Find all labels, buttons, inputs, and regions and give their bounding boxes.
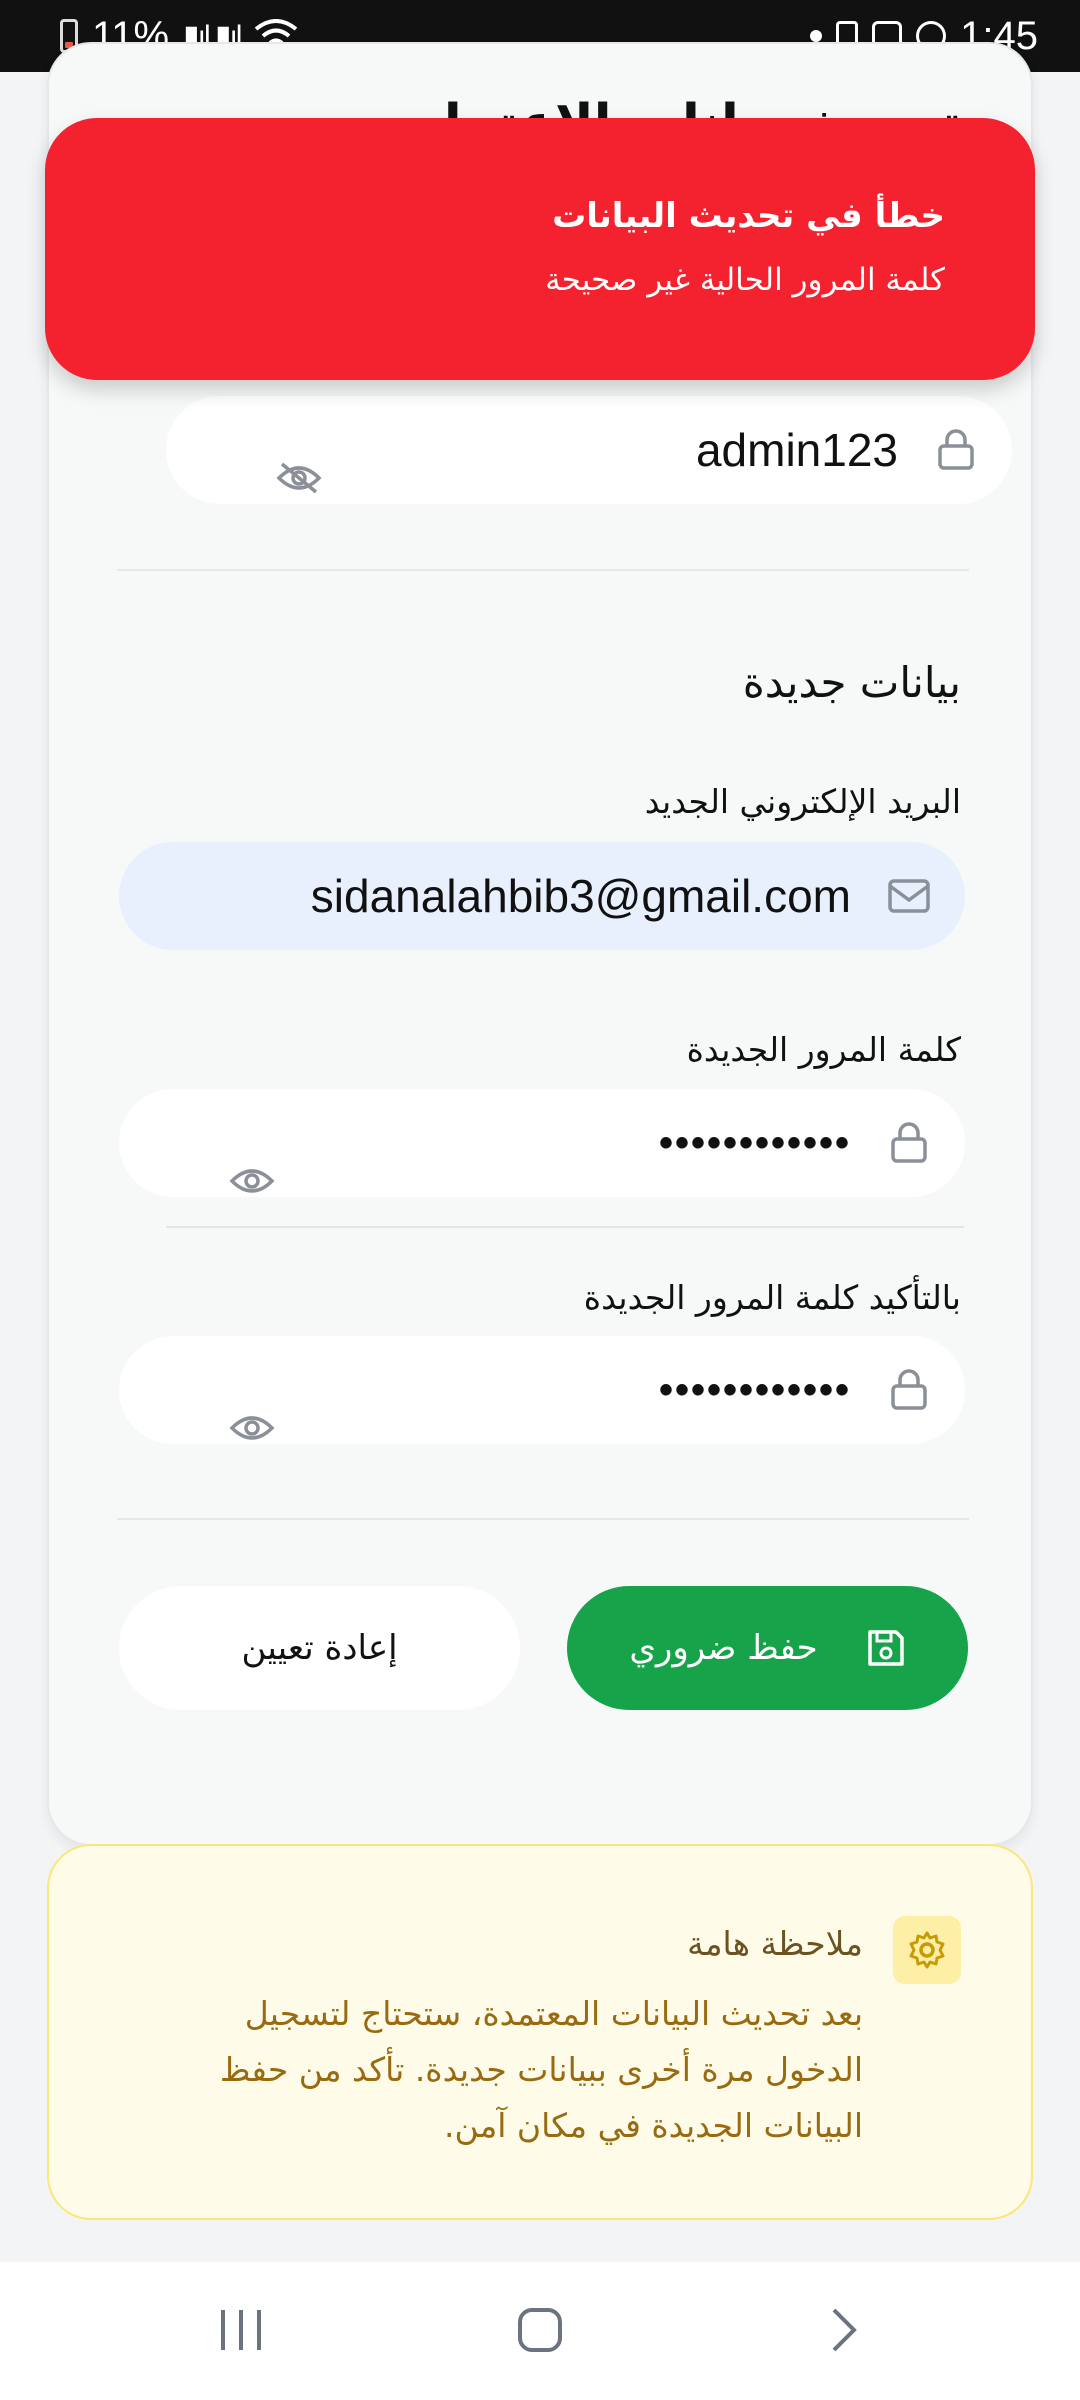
current-password-field[interactable]: admin123	[166, 396, 1012, 504]
eye-icon[interactable]	[229, 1412, 275, 1444]
back-icon[interactable]	[826, 2302, 860, 2358]
new-password-field[interactable]: ••••••••••••	[119, 1089, 965, 1197]
save-button-label: حفظ ضروري	[629, 1628, 818, 1668]
note-title: ملاحظة هامة	[687, 1924, 863, 1963]
page: تحديث بيانات الاعتماد admin123 بيانات جد…	[0, 42, 1080, 2262]
mail-icon	[888, 879, 930, 913]
eye-icon[interactable]	[229, 1165, 275, 1197]
confirm-password-value: ••••••••••••	[658, 1368, 851, 1412]
reset-button-label: إعادة تعيين	[241, 1628, 398, 1668]
lock-icon	[891, 1369, 927, 1410]
home-icon[interactable]	[516, 2302, 564, 2358]
new-password-label: كلمة المرور الجديدة	[686, 1030, 961, 1069]
note-icon-badge	[893, 1916, 961, 1984]
recent-apps-icon[interactable]	[218, 2302, 264, 2358]
error-toast: خطأ في تحديث البيانات كلمة المرور الحالي…	[45, 118, 1035, 380]
gear-icon	[909, 1931, 945, 1969]
confirm-password-label: بالتأكيد كلمة المرور الجديدة	[583, 1278, 961, 1317]
email-field[interactable]: sidanalahbib3@gmail.com	[119, 842, 965, 950]
confirm-password-field[interactable]: ••••••••••••	[119, 1336, 965, 1444]
email-value: sidanalahbib3@gmail.com	[310, 870, 851, 922]
email-label: البريد الإلكتروني الجديد	[644, 782, 961, 821]
lock-icon	[938, 429, 974, 470]
note-body: بعد تحديث البيانات المعتمدة، ستحتاج لتسج…	[219, 1994, 863, 2145]
important-note: ملاحظة هامة بعد تحديث البيانات المعتمدة،…	[47, 1844, 1033, 2220]
divider	[117, 1518, 969, 1520]
new-data-heading: بيانات جديدة	[742, 658, 961, 707]
eye-off-icon[interactable]	[276, 462, 322, 494]
save-button[interactable]: حفظ ضروري	[567, 1586, 968, 1710]
reset-button[interactable]: إعادة تعيين	[119, 1586, 520, 1710]
field-underline	[166, 1226, 964, 1228]
navigation-bar	[0, 2262, 1080, 2400]
divider	[117, 569, 969, 571]
new-password-value: ••••••••••••	[658, 1121, 851, 1165]
current-password-value: admin123	[695, 424, 898, 476]
toast-title: خطأ في تحديث البيانات	[552, 196, 945, 236]
save-icon	[867, 1630, 904, 1666]
lock-icon	[891, 1122, 927, 1163]
toast-message: كلمة المرور الحالية غير صحيحة	[545, 262, 945, 298]
notification-dot-icon	[810, 30, 823, 42]
